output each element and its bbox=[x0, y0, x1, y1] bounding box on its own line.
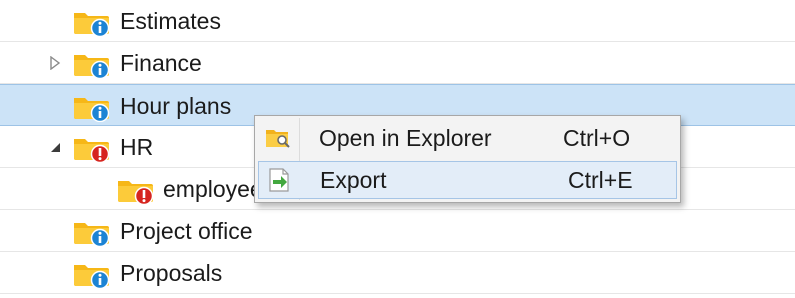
folder-info-icon bbox=[72, 92, 110, 123]
folder-error-icon bbox=[72, 133, 110, 164]
context-menu: Open in Explorer Ctrl+O Export Ctrl+E bbox=[254, 115, 681, 203]
tree-item-proposals[interactable]: Proposals bbox=[0, 252, 795, 294]
menu-item-open-in-explorer[interactable]: Open in Explorer Ctrl+O bbox=[258, 120, 677, 158]
tree-item-label: Hour plans bbox=[120, 93, 232, 119]
menu-item-export[interactable]: Export Ctrl+E bbox=[258, 161, 677, 199]
folder-error-icon bbox=[116, 175, 154, 206]
menu-item-label: Export bbox=[320, 167, 387, 193]
folder-info-icon bbox=[72, 7, 110, 38]
tree-item-label: Estimates bbox=[120, 8, 221, 34]
export-icon bbox=[265, 167, 293, 193]
folder-info-icon bbox=[72, 217, 110, 248]
folder-info-icon bbox=[72, 49, 110, 80]
open-folder-icon bbox=[264, 125, 292, 151]
collapse-arrow-icon[interactable] bbox=[44, 126, 66, 168]
menu-item-label: Open in Explorer bbox=[319, 125, 492, 151]
tree-item-label: Project office bbox=[120, 218, 253, 244]
menu-shortcut: Ctrl+O bbox=[563, 125, 631, 151]
expand-arrow-icon[interactable] bbox=[44, 42, 66, 84]
menu-shortcut: Ctrl+E bbox=[568, 167, 633, 193]
tree-item-project-office[interactable]: Project office bbox=[0, 210, 795, 252]
tree-item-estimates[interactable]: Estimates bbox=[0, 0, 795, 42]
tree-item-label: Finance bbox=[120, 50, 202, 76]
tree-item-label: HR bbox=[120, 134, 154, 160]
folder-info-icon bbox=[72, 259, 110, 290]
tree-item-label: Proposals bbox=[120, 260, 223, 286]
tree-item-finance[interactable]: Finance bbox=[0, 42, 795, 84]
